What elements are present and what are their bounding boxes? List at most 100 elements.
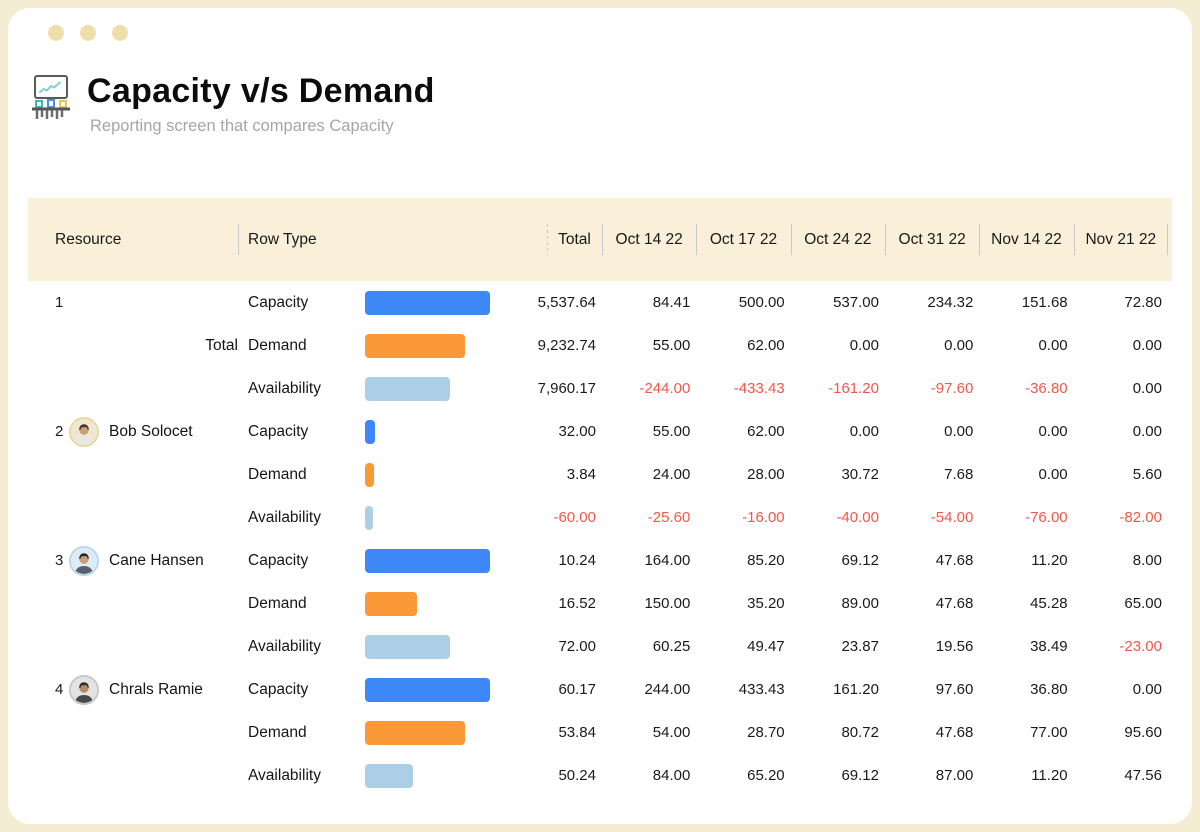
value-cell: 38.49 [979,638,1073,655]
resource-cell [28,453,238,496]
window-controls [8,8,1192,41]
availability-bar [365,506,373,530]
row-type-label: Availability [238,767,365,785]
bar-cell [365,625,508,668]
value-cell: 87.00 [885,767,979,784]
value-cell: 0.00 [885,337,979,354]
resource-cell: 4Chrals Ramie [28,668,238,711]
value-cell: 53.84 [508,724,602,741]
window-dot-icon[interactable] [80,25,96,41]
window-dot-icon[interactable] [48,25,64,41]
bar-cell [365,668,508,711]
column-header-total[interactable]: Total [547,198,602,281]
column-header-oct-24-22[interactable]: Oct 24 22 [791,198,885,281]
table-row[interactable]: Demand3.8424.0028.0030.727.680.005.60 [28,453,1172,496]
resource-name: Cane Hansen [109,552,204,570]
group-total-label: Total [205,337,238,355]
value-cell: -54.00 [885,509,979,526]
value-cell: 69.12 [791,767,885,784]
table-row[interactable]: 2Bob SolocetCapacity32.0055.0062.000.000… [28,410,1172,453]
value-cell: -60.00 [508,509,602,526]
table-row[interactable]: 4Chrals RamieCapacity60.17244.00433.4316… [28,668,1172,711]
value-cell: 150.00 [602,595,696,612]
value-cell: 80.72 [791,724,885,741]
demand-bar [365,463,374,487]
value-cell: 10.24 [508,552,602,569]
column-header-row-type[interactable]: Row Type [238,198,547,281]
row-type-label: Capacity [238,294,365,312]
value-cell: -76.00 [979,509,1073,526]
value-cell: 85.20 [696,552,790,569]
resource-number: 2 [55,423,69,440]
availability-bar [365,764,413,788]
value-cell: 35.20 [696,595,790,612]
capacity-bar [365,549,490,573]
value-cell: 234.32 [885,294,979,311]
table-row[interactable]: Availability7,960.17-244.00-433.43-161.2… [28,367,1172,410]
value-cell: 55.00 [602,337,696,354]
value-cell: 0.00 [1074,337,1168,354]
resource-cell: Total [28,324,238,367]
value-cell: 60.17 [508,681,602,698]
value-cell: 0.00 [979,466,1073,483]
capacity-bar [365,291,490,315]
table-row[interactable]: TotalDemand9,232.7455.0062.000.000.000.0… [28,324,1172,367]
value-cell: 16.52 [508,595,602,612]
value-cell: 69.12 [791,552,885,569]
value-cell: 49.47 [696,638,790,655]
resource-cell [28,625,238,668]
value-cell: 72.00 [508,638,602,655]
value-cell: 23.87 [791,638,885,655]
column-header-resource[interactable]: Resource [28,198,238,281]
bar-cell [365,324,508,367]
column-header-oct-31-22[interactable]: Oct 31 22 [885,198,979,281]
value-cell: 55.00 [602,423,696,440]
resource-cell: 1 [28,281,238,324]
bar-cell [365,281,508,324]
value-cell: 72.80 [1074,294,1168,311]
value-cell: 9,232.74 [508,337,602,354]
row-type-label: Demand [238,724,365,742]
row-type-label: Availability [238,638,365,656]
table-header-row: ResourceRow TypeTotalOct 14 22Oct 17 22O… [28,198,1172,281]
column-header-oct-14-22[interactable]: Oct 14 22 [602,198,696,281]
column-header-nov-21-22[interactable]: Nov 21 22 [1074,198,1168,281]
value-cell: 77.00 [979,724,1073,741]
capacity-bar [365,420,375,444]
page-title: Capacity v/s Demand [87,71,435,111]
table-row[interactable]: 1Capacity5,537.6484.41500.00537.00234.32… [28,281,1172,324]
avatar [69,417,99,447]
column-header-oct-17-22[interactable]: Oct 17 22 [696,198,790,281]
table-row[interactable]: Demand53.8454.0028.7080.7247.6877.0095.6… [28,711,1172,754]
window-dot-icon[interactable] [112,25,128,41]
resource-cell [28,711,238,754]
value-cell: 47.68 [885,595,979,612]
resource-number: 1 [55,294,69,311]
value-cell: 19.56 [885,638,979,655]
table-row[interactable]: Availability72.0060.2549.4723.8719.5638.… [28,625,1172,668]
value-cell: 244.00 [602,681,696,698]
value-cell: 8.00 [1074,552,1168,569]
value-cell: -36.80 [979,380,1073,397]
demand-bar [365,592,417,616]
resource-cell [28,367,238,410]
table-row[interactable]: Availability-60.00-25.60-16.00-40.00-54.… [28,496,1172,539]
row-type-label: Demand [238,466,365,484]
table-row[interactable]: Demand16.52150.0035.2089.0047.6845.2865.… [28,582,1172,625]
value-cell: 0.00 [791,337,885,354]
bar-cell [365,711,508,754]
value-cell: 28.00 [696,466,790,483]
avatar [69,675,99,705]
value-cell: -161.20 [791,380,885,397]
value-cell: 7.68 [885,466,979,483]
resource-cell: 2Bob Solocet [28,410,238,453]
value-cell: 5,537.64 [508,294,602,311]
value-cell: 3.84 [508,466,602,483]
value-cell: 24.00 [602,466,696,483]
column-header-nov-14-22[interactable]: Nov 14 22 [979,198,1073,281]
table-row[interactable]: Availability50.2484.0065.2069.1287.0011.… [28,754,1172,797]
row-type-label: Demand [238,595,365,613]
value-cell: 47.68 [885,724,979,741]
table-row[interactable]: 3Cane HansenCapacity10.24164.0085.2069.1… [28,539,1172,582]
capacity-bar [365,678,490,702]
